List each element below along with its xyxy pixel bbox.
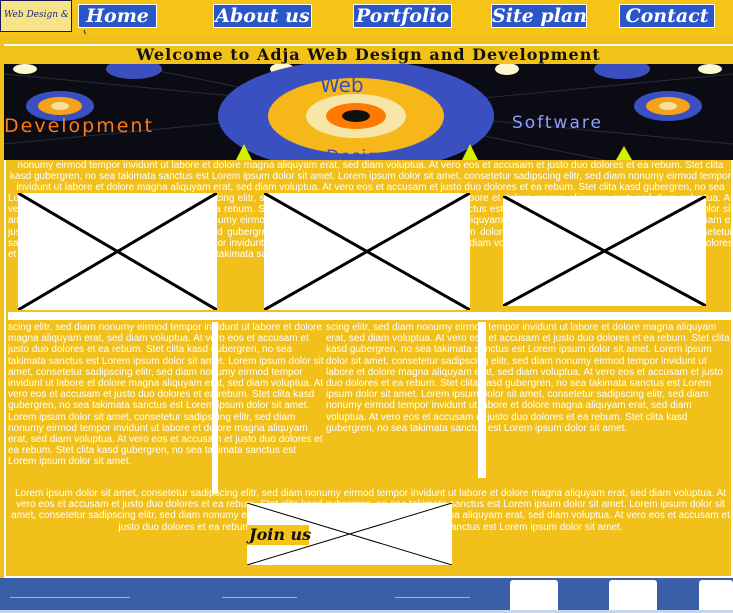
image-missing-icon [18,193,217,310]
section-divider [8,312,733,320]
column-right-text: scing elitr, sed diam nonumy eirmod temp… [326,322,730,434]
image-placeholder-3 [503,196,706,306]
footer-button[interactable] [609,580,657,613]
banner-image: Web Development Software Design [4,64,733,160]
banner-web-text: Web [320,73,364,97]
join-us-label[interactable]: Join us [247,525,311,545]
banner-development-text: Development [4,115,154,137]
nav-about-us[interactable]: About us [213,4,312,28]
column-left-text: scing elitr, sed diam nonumy eirmod temp… [8,322,324,468]
nav-portfolio[interactable]: Portfolio [353,4,452,28]
banner-software-text: Software [512,113,603,133]
nav-contact[interactable]: Contact [619,4,715,28]
image-missing-icon [264,193,470,310]
image-missing-icon [503,196,706,306]
banner-design-text: Design [326,147,391,160]
footer-link-line[interactable] [10,597,130,598]
nav-site-plan[interactable]: Site plan [491,4,587,28]
image-placeholder-2 [264,193,470,310]
image-placeholder-1 [18,193,217,310]
footer-link-line[interactable] [395,597,470,598]
footer-link-line[interactable] [222,597,297,598]
column-divider [478,322,486,478]
nav-home[interactable]: Home [78,4,157,28]
column-divider [212,322,218,494]
intro-paragraph: nonumy eirmod tempor invidunt ut labore … [10,160,731,193]
site-logo[interactable]: Web Design & Development [0,0,72,32]
footer-button[interactable] [510,580,558,613]
welcome-title: Welcome to Adja Web Design and Developme… [4,46,733,64]
footer-button[interactable] [699,580,733,613]
logo-text: Web Design & Development [4,10,71,20]
banner-graphic: Web Development Software Design [4,64,733,160]
